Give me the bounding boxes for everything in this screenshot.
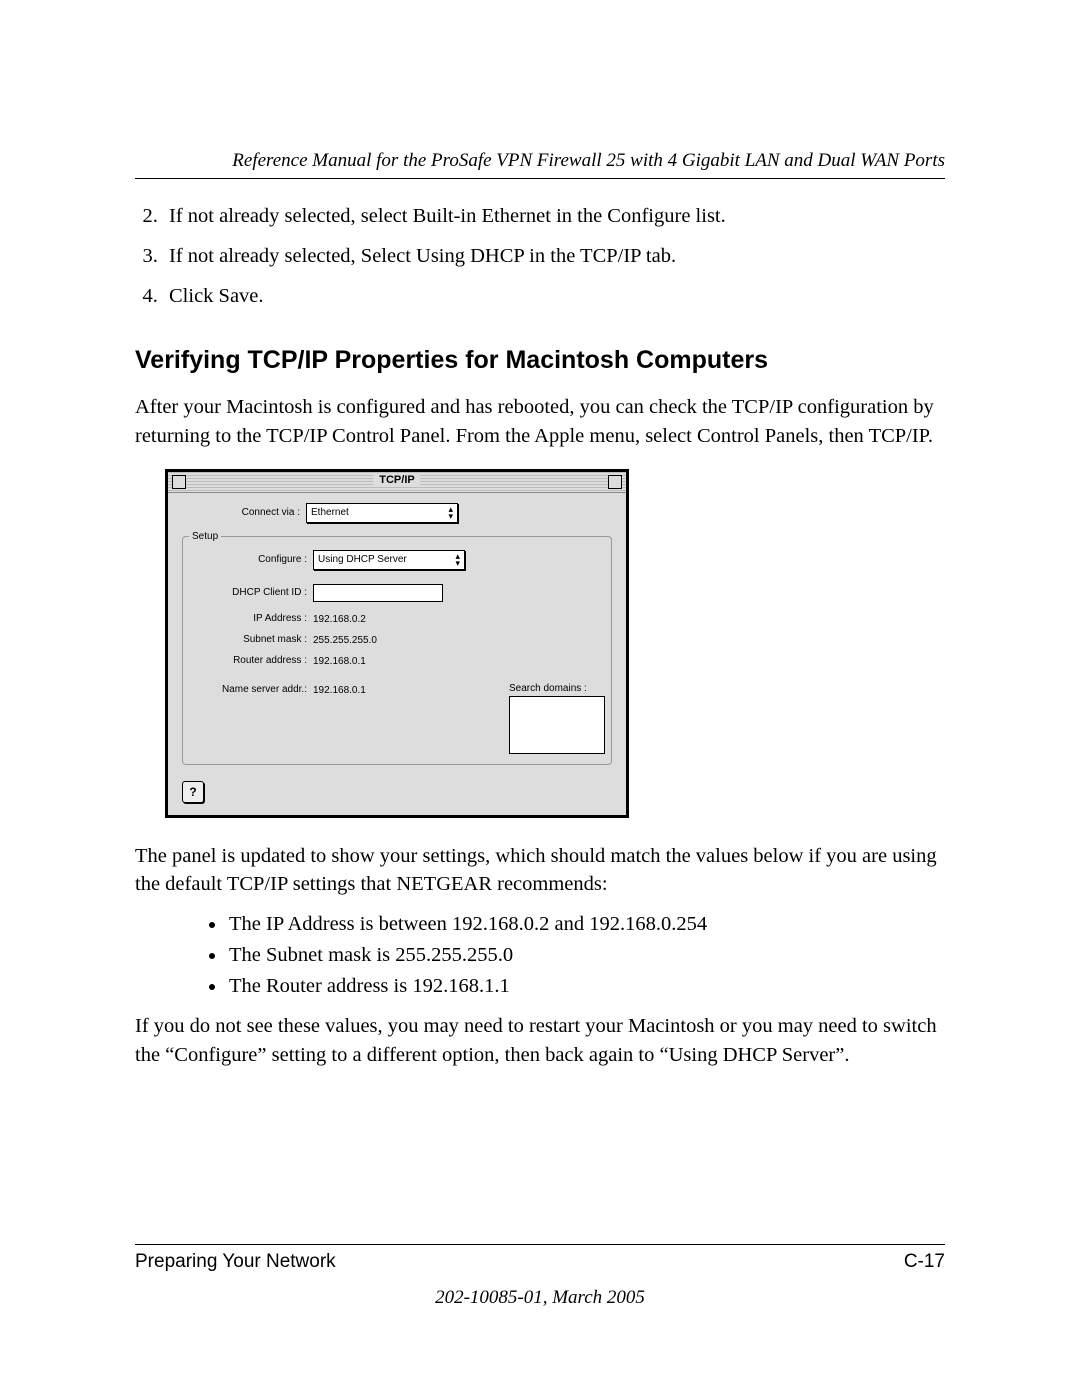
search-domains-label: Search domains : (509, 683, 605, 694)
help-icon: ? (189, 785, 196, 799)
intro-paragraph: After your Macintosh is configured and h… (135, 393, 945, 450)
closing-paragraph: If you do not see these values, you may … (135, 1012, 945, 1069)
step-4: Click Save. (163, 281, 945, 313)
dhcp-client-label: DHCP Client ID : (189, 587, 313, 598)
running-header: Reference Manual for the ProSafe VPN Fir… (135, 150, 945, 172)
window-titlebar: TCP/IP (168, 472, 626, 493)
step-2: If not already selected, select Built-in… (163, 201, 945, 233)
nameserver-label: Name server addr.: (189, 684, 313, 695)
nameserver-value: 192.168.0.1 (313, 683, 366, 696)
bullet-router: The Router address is 192.168.1.1 (227, 975, 945, 998)
tcpip-control-panel: TCP/IP Connect via : Ethernet ▴▾ Setup C… (165, 469, 629, 818)
popup-arrows-icon: ▴▾ (455, 553, 460, 567)
configure-value: Using DHCP Server (318, 554, 407, 565)
footer-rule (135, 1244, 945, 1245)
close-box-icon[interactable] (172, 475, 186, 489)
footer-page-number: C-17 (904, 1251, 945, 1273)
dhcp-client-input[interactable] (313, 584, 443, 602)
footer-doc-id: 202-10085-01, March 2005 (135, 1287, 945, 1309)
section-heading: Verifying TCP/IP Properties for Macintos… (135, 346, 945, 375)
footer-section-name: Preparing Your Network (135, 1251, 336, 1273)
post-figure-paragraph: The panel is updated to show your settin… (135, 842, 945, 899)
page-footer: Preparing Your Network C-17 202-10085-01… (135, 1244, 945, 1309)
recommended-values-list: The IP Address is between 192.168.0.2 an… (135, 913, 945, 998)
procedure-steps: If not already selected, select Built-in… (135, 201, 945, 312)
header-rule (135, 178, 945, 179)
tcpip-figure: TCP/IP Connect via : Ethernet ▴▾ Setup C… (165, 469, 945, 818)
search-domains-input[interactable] (509, 696, 605, 754)
zoom-box-icon[interactable] (608, 475, 622, 489)
router-address-label: Router address : (189, 655, 313, 666)
configure-popup[interactable]: Using DHCP Server ▴▾ (313, 550, 465, 570)
subnet-mask-value: 255.255.255.0 (313, 633, 377, 646)
connect-via-label: Connect via : (182, 507, 306, 518)
connect-via-value: Ethernet (311, 507, 349, 518)
bullet-subnet: The Subnet mask is 255.255.255.0 (227, 944, 945, 967)
configure-label: Configure : (189, 554, 313, 565)
bullet-ip-range: The IP Address is between 192.168.0.2 an… (227, 913, 945, 936)
ip-address-value: 192.168.0.2 (313, 612, 366, 625)
ip-address-label: IP Address : (189, 613, 313, 624)
subnet-mask-label: Subnet mask : (189, 634, 313, 645)
setup-legend: Setup (189, 531, 221, 542)
popup-arrows-icon: ▴▾ (448, 506, 453, 520)
help-button[interactable]: ? (182, 781, 204, 803)
step-3: If not already selected, Select Using DH… (163, 241, 945, 273)
router-address-value: 192.168.0.1 (313, 654, 366, 667)
setup-group: Setup Configure : Using DHCP Server ▴▾ D… (182, 531, 612, 765)
connect-via-popup[interactable]: Ethernet ▴▾ (306, 503, 458, 523)
window-title: TCP/IP (373, 474, 420, 486)
